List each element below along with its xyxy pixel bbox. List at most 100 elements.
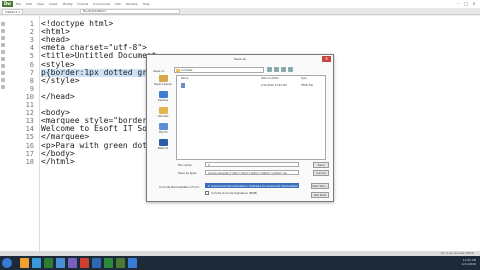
gutter-line: 15 (8, 133, 34, 141)
line-number: 8 (29, 76, 34, 85)
apply-comment-icon[interactable] (1, 71, 5, 75)
gutter-line: 1 (8, 20, 34, 28)
network-icon (158, 139, 168, 146)
gutter-line: 3 (8, 36, 34, 44)
save-as-type-select[interactable]: All Documents (*.htm;*.html;*.shtm;*.sht… (205, 170, 299, 175)
taskbar-app-icon[interactable] (92, 258, 101, 268)
file-type: HTML File (301, 84, 313, 87)
document-tab-label: Untitled-1 (5, 11, 18, 14)
file-list[interactable]: Name Date modified Type 1/11/2016 11:03 … (176, 75, 326, 160)
highlight-invalid-code-icon[interactable] (1, 57, 5, 61)
line-number: 17 (25, 149, 34, 158)
taskbar-app-icon[interactable] (80, 258, 89, 268)
maximize-button[interactable]: □ (462, 0, 470, 7)
word-wrap-icon[interactable] (1, 64, 5, 68)
open-documents-icon[interactable] (1, 22, 5, 26)
line-number: 12 (25, 109, 34, 118)
place-desktop[interactable]: Desktop (152, 91, 174, 102)
line-number: 18 (25, 157, 34, 166)
place-libraries[interactable]: Libraries (152, 107, 174, 118)
unicode-form-label: Unicode Normalization Form: (159, 185, 200, 189)
place-label: Desktop (157, 99, 169, 102)
back-icon[interactable] (267, 67, 272, 72)
file-name-label: File name: (178, 163, 193, 167)
line-number: 4 (29, 44, 34, 53)
line-number: 16 (25, 141, 34, 150)
menu-bar: File Edit View Insert Modify Format Commands Si… (16, 1, 150, 7)
menu-item[interactable]: Window (126, 1, 138, 7)
file-name-input[interactable]: 2 (205, 162, 299, 167)
taskbar-app-icon[interactable] (128, 258, 137, 268)
place-label: Libraries (157, 115, 169, 118)
save-in-label: Save in: (153, 69, 166, 73)
menu-item[interactable]: Insert (49, 1, 58, 7)
expand-all-icon[interactable] (1, 36, 5, 40)
line-number: 2 (29, 28, 34, 37)
menu-item[interactable]: Commands (93, 1, 110, 7)
gutter-line: 4 (8, 44, 34, 52)
column-type[interactable]: Type (301, 77, 307, 80)
unicode-form-select[interactable]: C (Canonical Decomposition, followed by … (205, 183, 299, 188)
code-line[interactable]: </style> (41, 76, 80, 85)
site-root-button[interactable]: Site Root (311, 192, 329, 198)
menu-item[interactable]: View (37, 1, 44, 7)
column-name[interactable]: Name (181, 77, 188, 80)
recent-places-icon (158, 75, 168, 82)
remove-comment-icon[interactable] (1, 78, 5, 82)
taskbar-app-icon[interactable] (20, 258, 29, 268)
document-tab-close-icon[interactable]: × (18, 11, 20, 14)
menu-item[interactable]: Site (115, 1, 121, 7)
window-controls: – □ ✕ (454, 0, 478, 7)
line-numbers-icon[interactable] (1, 50, 5, 54)
place-label: This PC (158, 131, 168, 134)
bom-checkbox[interactable] (205, 191, 209, 195)
menu-item[interactable]: Modify (63, 1, 73, 7)
select-parent-tag-icon[interactable] (1, 43, 5, 47)
minimize-button[interactable]: – (454, 0, 462, 7)
menu-item[interactable]: Format (78, 1, 89, 7)
column-date[interactable]: Date modified (261, 77, 279, 80)
collapse-tag-icon[interactable] (1, 29, 5, 33)
taskbar-app-icon[interactable] (116, 258, 125, 268)
new-site-button[interactable]: New Site... (311, 183, 329, 189)
gutter-line: 6 (8, 61, 34, 69)
code-line[interactable]: </html> (41, 157, 75, 166)
taskbar-app-icon[interactable] (56, 258, 65, 268)
place-network[interactable]: Network (152, 139, 174, 150)
menu-item[interactable]: Help (143, 1, 150, 7)
html-file-icon[interactable] (181, 83, 185, 88)
dialog-nav-icons (267, 67, 293, 72)
view-menu-icon[interactable] (288, 67, 293, 72)
line-number: 11 (25, 101, 34, 109)
up-folder-icon[interactable] (274, 67, 279, 72)
desktop-icon (158, 91, 168, 98)
taskbar-app-icon[interactable] (32, 258, 41, 268)
gutter-line: 13 (8, 117, 34, 125)
gutter-line: 9 (8, 85, 34, 93)
system-clock[interactable]: 11:05 AM 1/11/2016 (462, 258, 476, 266)
gutter-line: 2 (8, 28, 34, 36)
dialog-title: Save As (234, 57, 246, 61)
close-button[interactable]: ✕ (470, 0, 478, 7)
places-bar: Recent places Desktop Libraries This PC … (152, 75, 174, 215)
start-button-icon[interactable] (2, 258, 12, 268)
line-number: 3 (29, 36, 34, 45)
dialog-close-button[interactable]: ✕ (322, 56, 331, 62)
save-button[interactable]: Save (313, 162, 329, 168)
place-recent[interactable]: Recent places (152, 75, 174, 86)
menu-item[interactable]: Edit (26, 1, 32, 7)
line-number: 6 (29, 60, 34, 69)
taskbar-app-icon[interactable] (68, 258, 77, 268)
menu-item[interactable]: File (16, 1, 21, 7)
taskbar-app-icon[interactable] (44, 258, 53, 268)
code-line[interactable]: </head> (41, 92, 75, 101)
document-tab[interactable]: Untitled-1 × (2, 9, 24, 15)
place-this-pc[interactable]: This PC (152, 123, 174, 134)
save-as-dialog: Save As ✕ Save in: number Recent places … (146, 54, 334, 202)
indent-icon[interactable] (1, 85, 5, 89)
gutter-line: 18 (8, 158, 34, 166)
save-in-dropdown[interactable]: number (174, 67, 264, 73)
cancel-button[interactable]: Cancel (313, 170, 329, 176)
taskbar-app-icon[interactable] (104, 258, 113, 268)
new-folder-icon[interactable] (281, 67, 286, 72)
